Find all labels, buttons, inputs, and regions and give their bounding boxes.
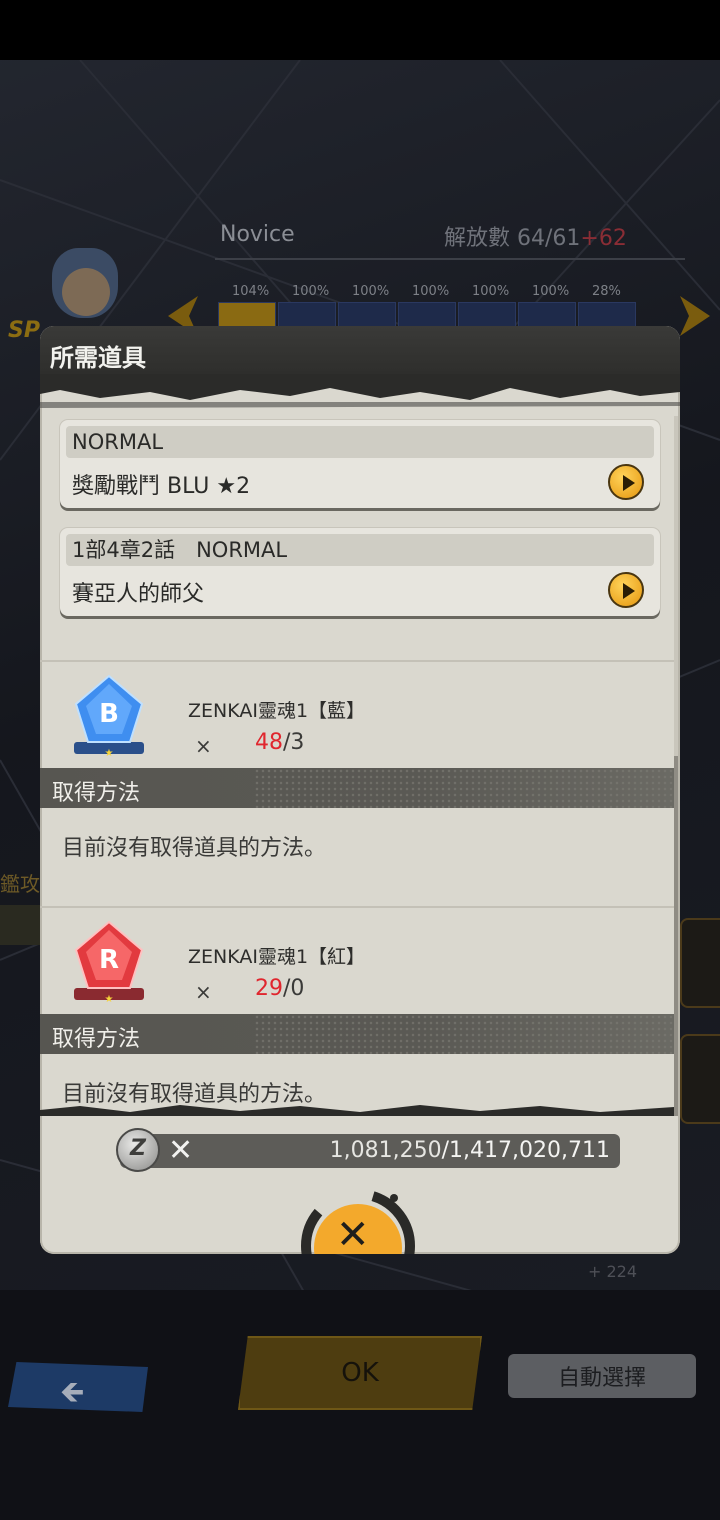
close-button[interactable]: ✕ xyxy=(286,1182,436,1254)
tier-percent: 104% xyxy=(232,284,270,299)
go-to-stage-icon[interactable] xyxy=(608,572,644,608)
stage-difficulty: NORMAL xyxy=(66,426,654,458)
side-card xyxy=(680,918,720,1008)
svg-text:★: ★ xyxy=(105,994,114,1005)
tier-percents: 104% 100% 100% 100% 100% 100% 28% xyxy=(232,284,652,299)
release-count: 解放數 64/61+62 xyxy=(444,226,627,251)
red-soul-gem-icon: R ★ xyxy=(74,920,144,1005)
tier-percent: 100% xyxy=(292,284,330,299)
torn-edge-bottom xyxy=(40,1105,674,1116)
torn-edge xyxy=(40,374,680,408)
dialog-title: 所需道具 xyxy=(50,344,146,372)
divider xyxy=(40,906,674,908)
tier-percent: 28% xyxy=(592,284,621,299)
side-bar xyxy=(0,905,40,945)
back-arrow-icon: 🡸 xyxy=(60,1375,85,1410)
times-sign: × xyxy=(195,734,212,758)
header-divider xyxy=(215,258,685,260)
go-to-stage-icon[interactable] xyxy=(608,464,644,500)
acquire-method-bar: 取得方法 xyxy=(40,1014,674,1054)
auto-select-button[interactable]: 自動選擇 xyxy=(508,1354,696,1398)
divider xyxy=(40,660,674,662)
character-face xyxy=(62,268,110,316)
acquire-method-bar: 取得方法 xyxy=(40,768,674,808)
required-items-dialog: 所需道具 NORMAL 獎勵戰鬥 BLU ★2 1部4章2話 NORMAL 賽亞… xyxy=(40,326,680,1254)
item-count: 48/3 xyxy=(255,730,305,755)
tier-percent: 100% xyxy=(472,284,510,299)
acquire-method-text: 目前沒有取得道具的方法。 xyxy=(62,836,327,861)
times-sign: × xyxy=(195,980,212,1004)
stage-name: 獎勵戰鬥 BLU ★2 xyxy=(72,474,251,499)
blue-soul-gem-icon: B ★ xyxy=(74,674,144,759)
close-icon: ✕ xyxy=(336,1212,370,1254)
svg-text:R: R xyxy=(99,945,119,975)
times-sign: ✕ xyxy=(168,1133,194,1168)
item-name: ZENKAI靈魂1【藍】 xyxy=(188,700,366,722)
tier-percent: 100% xyxy=(352,284,390,299)
zeni-amount: 1,081,250/1,417,020,711 xyxy=(329,1138,610,1163)
sp-badge: SP xyxy=(8,318,40,343)
zeni-coin-icon xyxy=(116,1128,160,1172)
item-name: ZENKAI靈魂1【紅】 xyxy=(188,946,366,968)
rank-label: Novice xyxy=(220,222,295,247)
ok-button[interactable]: OK xyxy=(238,1336,482,1410)
stage-difficulty: 1部4章2話 NORMAL xyxy=(66,534,654,566)
item-count: 29/0 xyxy=(255,976,305,1001)
svg-text:B: B xyxy=(99,699,119,729)
scrollbar-thumb[interactable] xyxy=(674,756,678,1116)
stage-card[interactable]: 1部4章2話 NORMAL 賽亞人的師父 xyxy=(60,528,660,616)
item-row: R ★ ZENKAI靈魂1【紅】 × 29/0 xyxy=(40,918,674,1028)
acquire-method-label: 取得方法 xyxy=(52,781,141,806)
svg-text:★: ★ xyxy=(105,748,114,759)
tier-percent: 100% xyxy=(532,284,570,299)
tier-percent: 100% xyxy=(412,284,450,299)
plus-count: + 224 xyxy=(588,1262,638,1281)
stage-name: 賽亞人的師父 xyxy=(72,582,205,607)
stage-card[interactable]: NORMAL 獎勵戰鬥 BLU ★2 xyxy=(60,420,660,508)
items-scroll-area[interactable]: NORMAL 獎勵戰鬥 BLU ★2 1部4章2話 NORMAL 賽亞人的師父 … xyxy=(40,410,674,1110)
item-row: B ★ ZENKAI靈魂1【藍】 × 48/3 xyxy=(40,672,674,782)
acquire-method-label: 取得方法 xyxy=(52,1027,141,1052)
side-card xyxy=(680,1034,720,1124)
status-bar xyxy=(0,0,720,60)
